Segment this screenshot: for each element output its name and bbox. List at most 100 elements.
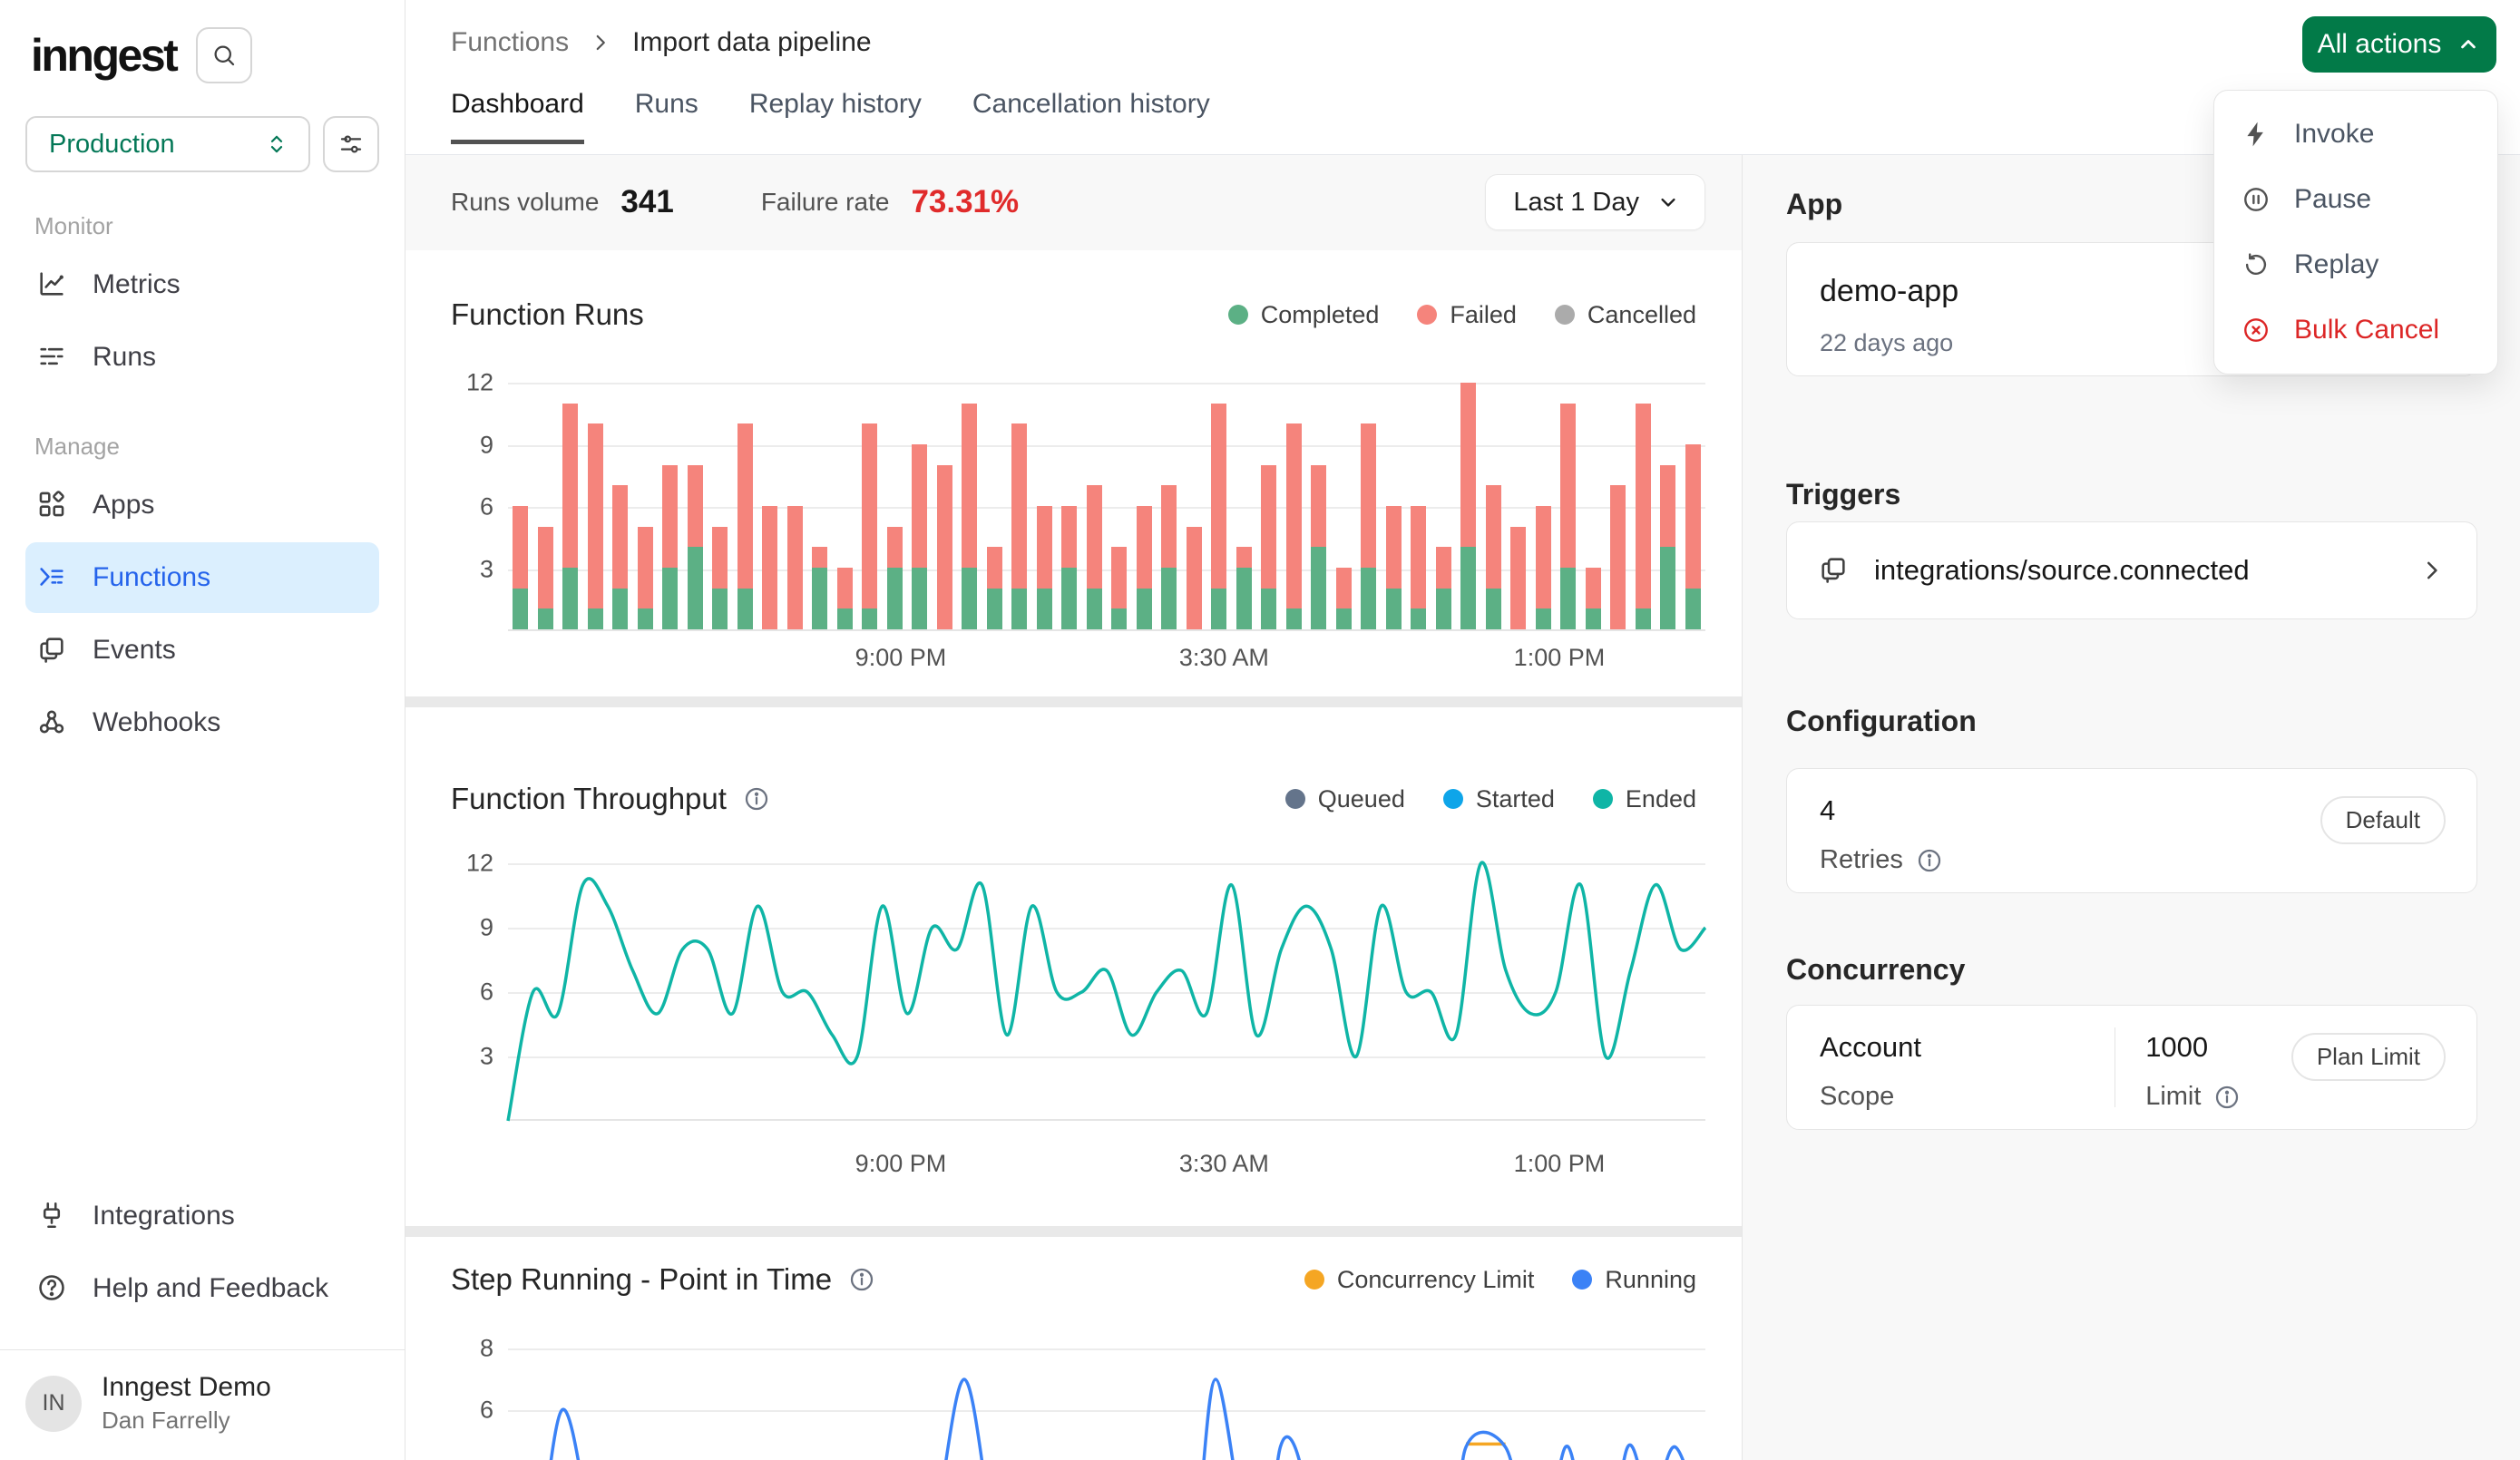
all-actions-menu: Invoke Pause ReplayBulk Cancel [2213,90,2498,375]
function-runs-legend: CompletedFailedCancelled [1228,301,1696,329]
step-running-section: Step Running - Point in Time Concurrency… [405,1237,1742,1460]
sidebar-item-label: Integrations [93,1201,235,1231]
user-name: Dan Farrelly [102,1406,271,1435]
y-axis-tick: 9 [443,914,493,942]
failure-rate-value: 73.31% [911,184,1019,220]
bar [1382,383,1407,629]
trigger-card[interactable]: integrations/source.connected [1786,521,2477,619]
replay-icon [2242,250,2271,279]
cancel-icon [2242,316,2271,345]
plan-limit-badge: Plan Limit [2291,1033,2446,1081]
chevron-down-icon [1656,190,1681,215]
y-axis-tick: 9 [443,431,493,459]
bar [558,383,583,629]
bar [1332,383,1357,629]
main-content: Functions Import data pipeline Dashboard… [405,0,1742,1460]
sidebar-item-apps[interactable]: Apps [25,470,379,540]
legend-dot [1417,305,1437,325]
function-runs-section: Function Runs CompletedFailedCancelled 1… [405,250,1742,696]
bar [633,383,659,629]
runs-volume-value: 341 [620,184,673,220]
step-running-legend: Concurrency Limit Running [1304,1266,1696,1294]
configuration-section-title: Configuration [1786,705,1977,738]
sidebar-item-functions[interactable]: Functions [25,542,379,613]
legend-label: Concurrency Limit [1337,1266,1535,1294]
bar [1282,383,1307,629]
step-running-line [508,1348,1705,1460]
sidebar-footer: Integrations Help and Feedback [25,1181,379,1326]
legend-item-running: Running [1572,1266,1696,1294]
menu-item-bulk-cancel[interactable]: Bulk Cancel [2214,297,2497,363]
legend-label: Failed [1450,301,1517,329]
legend-label: Queued [1318,785,1405,813]
bar [708,383,733,629]
bar [1506,383,1531,629]
pause-icon [2242,185,2271,214]
bar [533,383,559,629]
menu-item-label: Invoke [2294,119,2374,150]
function-throughput-legend: QueuedStartedEnded [1285,785,1696,813]
concurrency-limit-label: Limit [2145,1082,2201,1112]
y-axis-tick: 6 [443,978,493,1007]
menu-item-pause[interactable]: Pause [2214,167,2497,232]
bar [1681,383,1706,629]
all-actions-button[interactable]: All actions [2302,16,2496,73]
time-range-label: Last 1 Day [1513,188,1639,218]
bar [1531,383,1557,629]
bar [1057,383,1082,629]
runs-volume-label: Runs volume [451,188,599,217]
info-icon[interactable] [848,1266,875,1293]
tab-cancellation-history[interactable]: Cancellation history [972,89,1210,144]
bar [1182,383,1207,629]
sidebar-item-runs[interactable]: Runs [25,322,379,393]
tab-replay-history[interactable]: Replay history [749,89,922,144]
user-menu[interactable]: IN Inngest Demo Dan Farrelly [0,1349,405,1460]
sidebar-item-label: Apps [93,490,154,521]
chevron-right-icon [589,31,612,54]
legend-dot [1555,305,1575,325]
chevron-right-icon [2418,557,2446,584]
bar [982,383,1008,629]
x-axis-tick: 1:00 PM [1514,1150,1606,1178]
sidebar-item-webhooks[interactable]: Webhooks [25,687,379,758]
tab-runs[interactable]: Runs [635,89,698,144]
sidebar-item-label: Help and Feedback [93,1273,328,1304]
sidebar-item-metrics[interactable]: Metrics [25,249,379,320]
y-axis-tick: 3 [443,1043,493,1071]
menu-item-invoke[interactable]: Invoke [2214,102,2497,167]
sidebar-item-events[interactable]: Events [25,615,379,686]
search-button[interactable] [196,27,252,83]
x-axis-tick: 9:00 PM [855,644,947,672]
throughput-line [508,863,1705,1121]
time-range-dropdown[interactable]: Last 1 Day [1485,174,1705,230]
menu-item-label: Pause [2294,184,2371,215]
tab-dashboard[interactable]: Dashboard [451,89,584,144]
chevron-up-down-icon [263,131,290,158]
inngest-logo: inngest [31,29,176,82]
environment-settings-button[interactable] [323,116,379,172]
bar [1107,383,1132,629]
menu-item-replay[interactable]: Replay [2214,232,2497,297]
y-axis-tick: 8 [443,1335,493,1363]
legend-item-started: Started [1443,785,1555,813]
bolt-icon [2242,120,2271,149]
function-throughput-chart: 12963 [508,863,1705,1121]
info-icon[interactable] [1916,847,1943,874]
retries-label: Retries [1820,845,1903,875]
sidebar-item-integrations[interactable]: Integrations [25,1181,379,1251]
x-axis-tick: 1:00 PM [1514,644,1606,672]
bar [683,383,708,629]
sidebar-item-label: Webhooks [93,707,220,738]
info-icon[interactable] [743,785,770,813]
nav-section-monitor: Monitor [34,212,379,240]
bar [1456,383,1481,629]
step-running-chart: 864 [508,1348,1705,1460]
sidebar-item-help-and-feedback[interactable]: Help and Feedback [25,1253,379,1324]
bar [608,383,633,629]
breadcrumb-functions[interactable]: Functions [451,27,569,58]
environment-selector[interactable]: Production [25,116,310,172]
info-icon[interactable] [2213,1084,2241,1111]
tab-bar: Dashboard Runs Replay history Cancellation … [451,89,1210,144]
sliders-icon [337,131,365,158]
bar [783,383,808,629]
